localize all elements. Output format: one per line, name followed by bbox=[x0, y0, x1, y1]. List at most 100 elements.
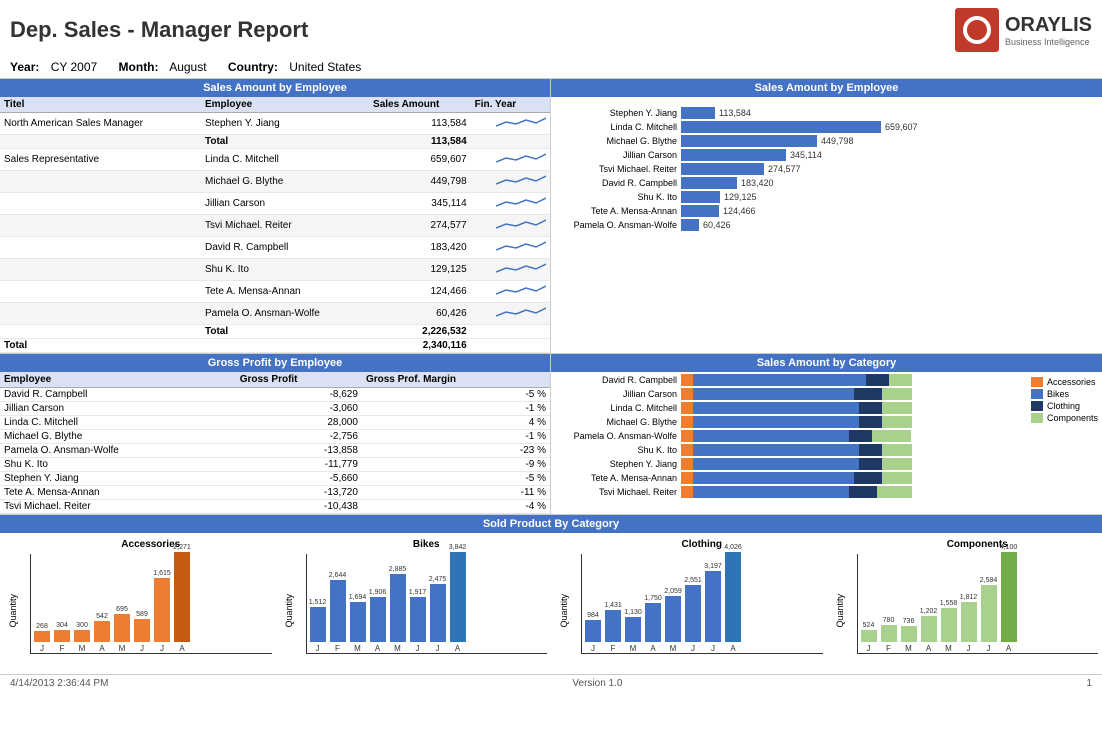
cell-fin-year bbox=[471, 259, 550, 281]
table-row: Shu K. Ito -11,779 -9 % bbox=[0, 458, 550, 472]
bar-col-label: J bbox=[160, 644, 164, 653]
bar-col-label: A bbox=[730, 644, 735, 653]
footer-page: 1 bbox=[1086, 678, 1092, 689]
cell-margin: -9 % bbox=[362, 458, 550, 472]
bar-fill bbox=[390, 574, 406, 642]
table-row: Michael G. Blythe -2,756 -1 % bbox=[0, 430, 550, 444]
chart-area: 268 J 304 F 300 M 542 A bbox=[30, 554, 272, 654]
table-row: Linda C. Mitchell 28,000 4 % bbox=[0, 416, 550, 430]
cell-titel: North American Sales Manager bbox=[0, 113, 201, 135]
stacked-bar bbox=[681, 388, 912, 400]
bar-col: 736 M bbox=[900, 618, 918, 653]
bar-fill bbox=[681, 135, 817, 147]
bar-track: 60,426 bbox=[681, 219, 1092, 231]
cell-employee: Stephen Y. Jiang bbox=[201, 113, 369, 135]
cell-profit: -2,756 bbox=[236, 430, 362, 444]
legend-item: Clothing bbox=[1031, 401, 1098, 411]
chart-area: 524 J 780 F 736 M 1,202 A bbox=[857, 554, 1099, 654]
bikes-bar bbox=[693, 388, 854, 400]
cell-fin-year bbox=[471, 281, 550, 303]
bar-col-label: J bbox=[316, 644, 320, 653]
bar-fill bbox=[94, 621, 110, 642]
bikes-bar bbox=[693, 402, 859, 414]
stacked-bar bbox=[681, 416, 912, 428]
bar-col-label: M bbox=[79, 644, 86, 653]
bar-fill bbox=[430, 584, 446, 642]
cat-bar-label: Stephen Y. Jiang bbox=[551, 459, 681, 469]
stacked-bar bbox=[681, 472, 912, 484]
bar-col-value: 736 bbox=[903, 618, 915, 625]
bar-col-value: 2,885 bbox=[389, 566, 407, 573]
legend-color bbox=[1031, 401, 1043, 411]
cell-employee: Michael G. Blythe bbox=[0, 430, 236, 444]
bar-col-value: 2,475 bbox=[429, 576, 447, 583]
bar-col: 1,917 J bbox=[409, 589, 427, 653]
cell-fin-year bbox=[471, 135, 550, 149]
clothing-bar bbox=[859, 458, 882, 470]
stacked-bar-row: Shu K. Ito bbox=[551, 444, 1027, 456]
bar-col-label: J bbox=[40, 644, 44, 653]
bar-label: David R. Campbell bbox=[561, 178, 681, 188]
cat-bar-label: Linda C. Mitchell bbox=[551, 403, 681, 413]
cell-employee: Shu K. Ito bbox=[0, 458, 236, 472]
bikes-bar bbox=[693, 486, 849, 498]
bar-row: Tete A. Mensa-Annan 124,466 bbox=[561, 205, 1092, 217]
cell-margin: -5 % bbox=[362, 472, 550, 486]
cell-amount: 60,426 bbox=[369, 303, 471, 325]
chart-wrapper: Quantity 268 J 304 F 300 M 542 bbox=[30, 554, 272, 654]
cell-profit: -10,438 bbox=[236, 500, 362, 514]
cell-margin: 4 % bbox=[362, 416, 550, 430]
components-bar bbox=[882, 444, 912, 456]
table-row: Tsvi Michael. Reiter 274,577 bbox=[0, 215, 550, 237]
gp-col-margin: Gross Prof. Margin bbox=[362, 372, 550, 388]
sold-category-clothing: Clothing Quantity 984 J 1,431 F 1,130 M bbox=[551, 533, 827, 674]
cell-employee: David R. Campbell bbox=[0, 388, 236, 402]
table-row: North American Sales Manager Stephen Y. … bbox=[0, 113, 550, 135]
logo-circle bbox=[963, 16, 991, 44]
table-row: Pamela O. Ansman-Wolfe 60,426 bbox=[0, 303, 550, 325]
bar-fill bbox=[681, 177, 737, 189]
qty-label: Quantity bbox=[559, 594, 569, 628]
bar-col-value: 1,130 bbox=[624, 609, 642, 616]
bar-col-label: F bbox=[886, 644, 891, 653]
bar-track: 449,798 bbox=[681, 135, 1092, 147]
cell-employee: Pamela O. Ansman-Wolfe bbox=[201, 303, 369, 325]
components-bar bbox=[889, 374, 912, 386]
month-label: Month: bbox=[119, 60, 159, 74]
bar-col-label: M bbox=[394, 644, 401, 653]
bar-col-label: A bbox=[455, 644, 460, 653]
cell-fin-year bbox=[471, 113, 550, 135]
col-amount: Sales Amount bbox=[369, 97, 471, 113]
accessories-bar bbox=[681, 472, 693, 484]
legend-label: Clothing bbox=[1047, 401, 1080, 411]
sold-charts-row: Accessories Quantity 268 J 304 F 300 M bbox=[0, 533, 1102, 674]
cell-titel bbox=[0, 193, 201, 215]
sold-section: Sold Product By Category Accessories Qua… bbox=[0, 515, 1102, 674]
main-grid: Sales Amount by Employee Titel Employee … bbox=[0, 79, 1102, 515]
bar-col-value: 780 bbox=[883, 617, 895, 624]
sold-category-components: Components Quantity 524 J 780 F 736 M bbox=[827, 533, 1102, 674]
logo-name: ORAYLIS bbox=[1005, 14, 1092, 36]
bar-col: 1,615 J bbox=[153, 570, 171, 653]
sold-category-accessories: Accessories Quantity 268 J 304 F 300 M bbox=[0, 533, 276, 674]
sales-bar-section: Sales Amount by Employee Stephen Y. Jian… bbox=[551, 79, 1102, 354]
cell-amount: 449,798 bbox=[369, 171, 471, 193]
cell-fin-year bbox=[471, 237, 550, 259]
category-title: Accessories bbox=[30, 539, 272, 550]
bar-col: 524 J bbox=[860, 622, 878, 653]
cat-bar-label: Pamela O. Ansman-Wolfe bbox=[551, 431, 681, 441]
cell-margin: -23 % bbox=[362, 444, 550, 458]
bar-col-value: 304 bbox=[56, 622, 68, 629]
accessories-bar bbox=[681, 402, 693, 414]
cell-employee: Jillian Carson bbox=[0, 402, 236, 416]
legend-color bbox=[1031, 389, 1043, 399]
bar-col-value: 1,694 bbox=[349, 594, 367, 601]
bar-col-value: 1,512 bbox=[309, 599, 327, 606]
clothing-bar bbox=[849, 486, 877, 498]
accessories-bar bbox=[681, 486, 693, 498]
stacked-bar-row: Pamela O. Ansman-Wolfe bbox=[551, 430, 1027, 442]
bar-col: 1,512 J bbox=[309, 599, 327, 653]
cat-bar-label: Tsvi Michael. Reiter bbox=[551, 487, 681, 497]
bar-col-value: 695 bbox=[116, 606, 128, 613]
bar-col-value: 2,644 bbox=[329, 572, 347, 579]
